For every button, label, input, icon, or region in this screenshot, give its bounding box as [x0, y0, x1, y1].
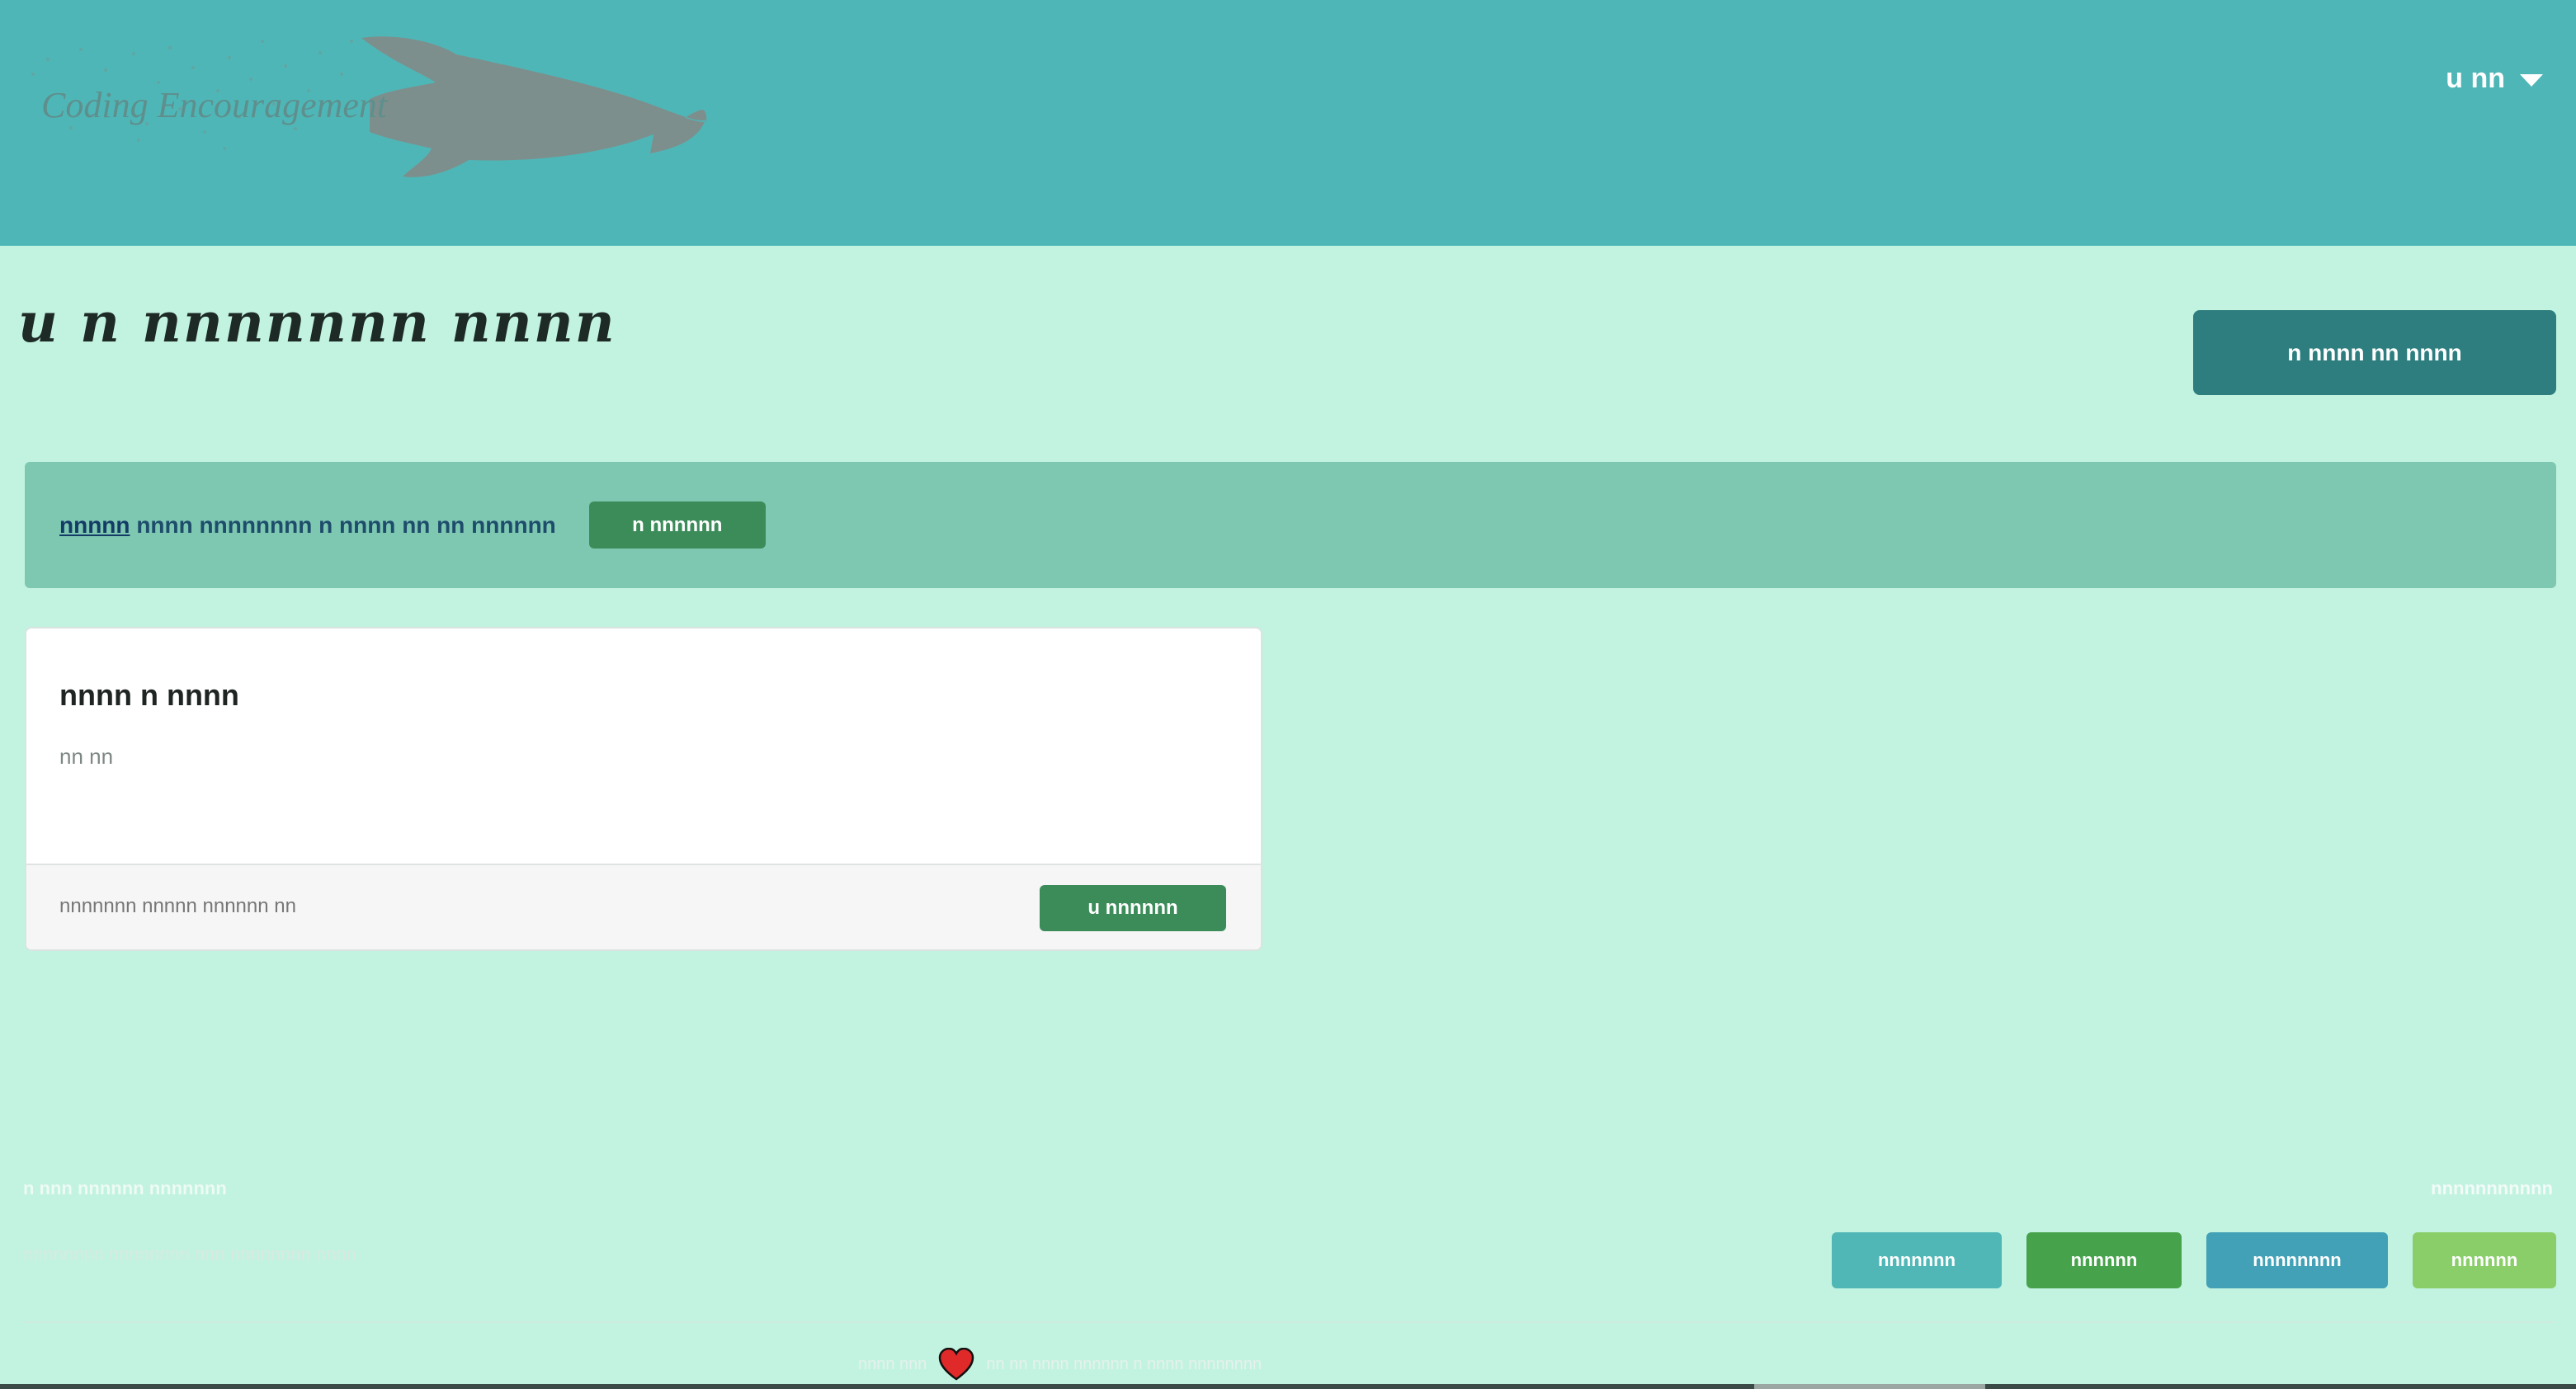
footer-credit: nnnn nnn nn nn nnnn nnnnnn n nnnn nnnnnn…	[858, 1348, 1716, 1381]
card-meta-text: nnnnnnn nnnnn nnnnnn nn	[59, 895, 296, 917]
card-footer: nnnnnnn nnnnn nnnnnn nn u nnnnnn	[26, 864, 1261, 949]
scrollbar-thumb[interactable]	[1754, 1384, 1985, 1389]
heart-icon	[939, 1348, 974, 1381]
footer-link[interactable]: nnnnnnnnnnn	[2431, 1178, 2553, 1199]
card-title: nnnn n nnnn	[59, 678, 239, 712]
theme-button-4[interactable]: nnnnnn	[2413, 1232, 2556, 1288]
footer-copyright: nnnnnnnn nnnnnnnn nnn nnnnnnnn nnnn	[23, 1244, 356, 1264]
user-menu-label: u nn	[2446, 62, 2505, 94]
credit-left-text: nnnn nnn	[858, 1354, 927, 1373]
footer-tagline: n nnn nnnnnn nnnnnnn	[23, 1178, 227, 1198]
caret-down-icon	[2520, 73, 2543, 87]
card-subtitle: nn nn	[59, 744, 114, 769]
alert-action-button[interactable]: n nnnnnn	[588, 501, 766, 549]
item-card: nnnn n nnnn nn nn nnnnnnn nnnnn nnnnnn n…	[25, 627, 1262, 951]
user-menu-dropdown[interactable]: u nn	[2446, 58, 2543, 99]
logo-text: Coding Encouragement	[41, 85, 388, 125]
theme-switcher: nnnnnnn nnnnnn nnnnnnnn nnnnnn	[1832, 1232, 2556, 1288]
alert-body-text: nnnn nnnnnnnn n nnnn nn nn nnnnnn	[136, 511, 556, 538]
site-logo[interactable]: Coding Encouragement	[23, 25, 716, 181]
card-action-button[interactable]: u nnnnnn	[1040, 885, 1226, 931]
horizontal-scrollbar[interactable]	[0, 1384, 2576, 1389]
alert-message: nnnnn nnnn nnnnnnnn n nnnn nn nn nnnnnn	[59, 512, 556, 539]
footer-divider	[23, 1321, 2556, 1323]
theme-button-1[interactable]: nnnnnnn	[1832, 1232, 2002, 1288]
page-title: u n nnnnnnn nnnn	[18, 290, 616, 355]
theme-button-2[interactable]: nnnnnn	[2026, 1232, 2182, 1288]
theme-button-3[interactable]: nnnnnnnn	[2206, 1232, 2388, 1288]
top-navbar: Coding Encouragement u nn	[0, 0, 2576, 246]
primary-action-button[interactable]: n nnnn nn nnnn	[2193, 310, 2556, 395]
credit-right-text: nn nn nnnn nnnnnn n nnnn nnnnnnnn	[986, 1354, 1262, 1373]
info-alert: nnnnn nnnn nnnnnnnn n nnnn nn nn nnnnnn …	[25, 462, 2556, 588]
alert-strong-text: nnnnn	[59, 511, 130, 538]
